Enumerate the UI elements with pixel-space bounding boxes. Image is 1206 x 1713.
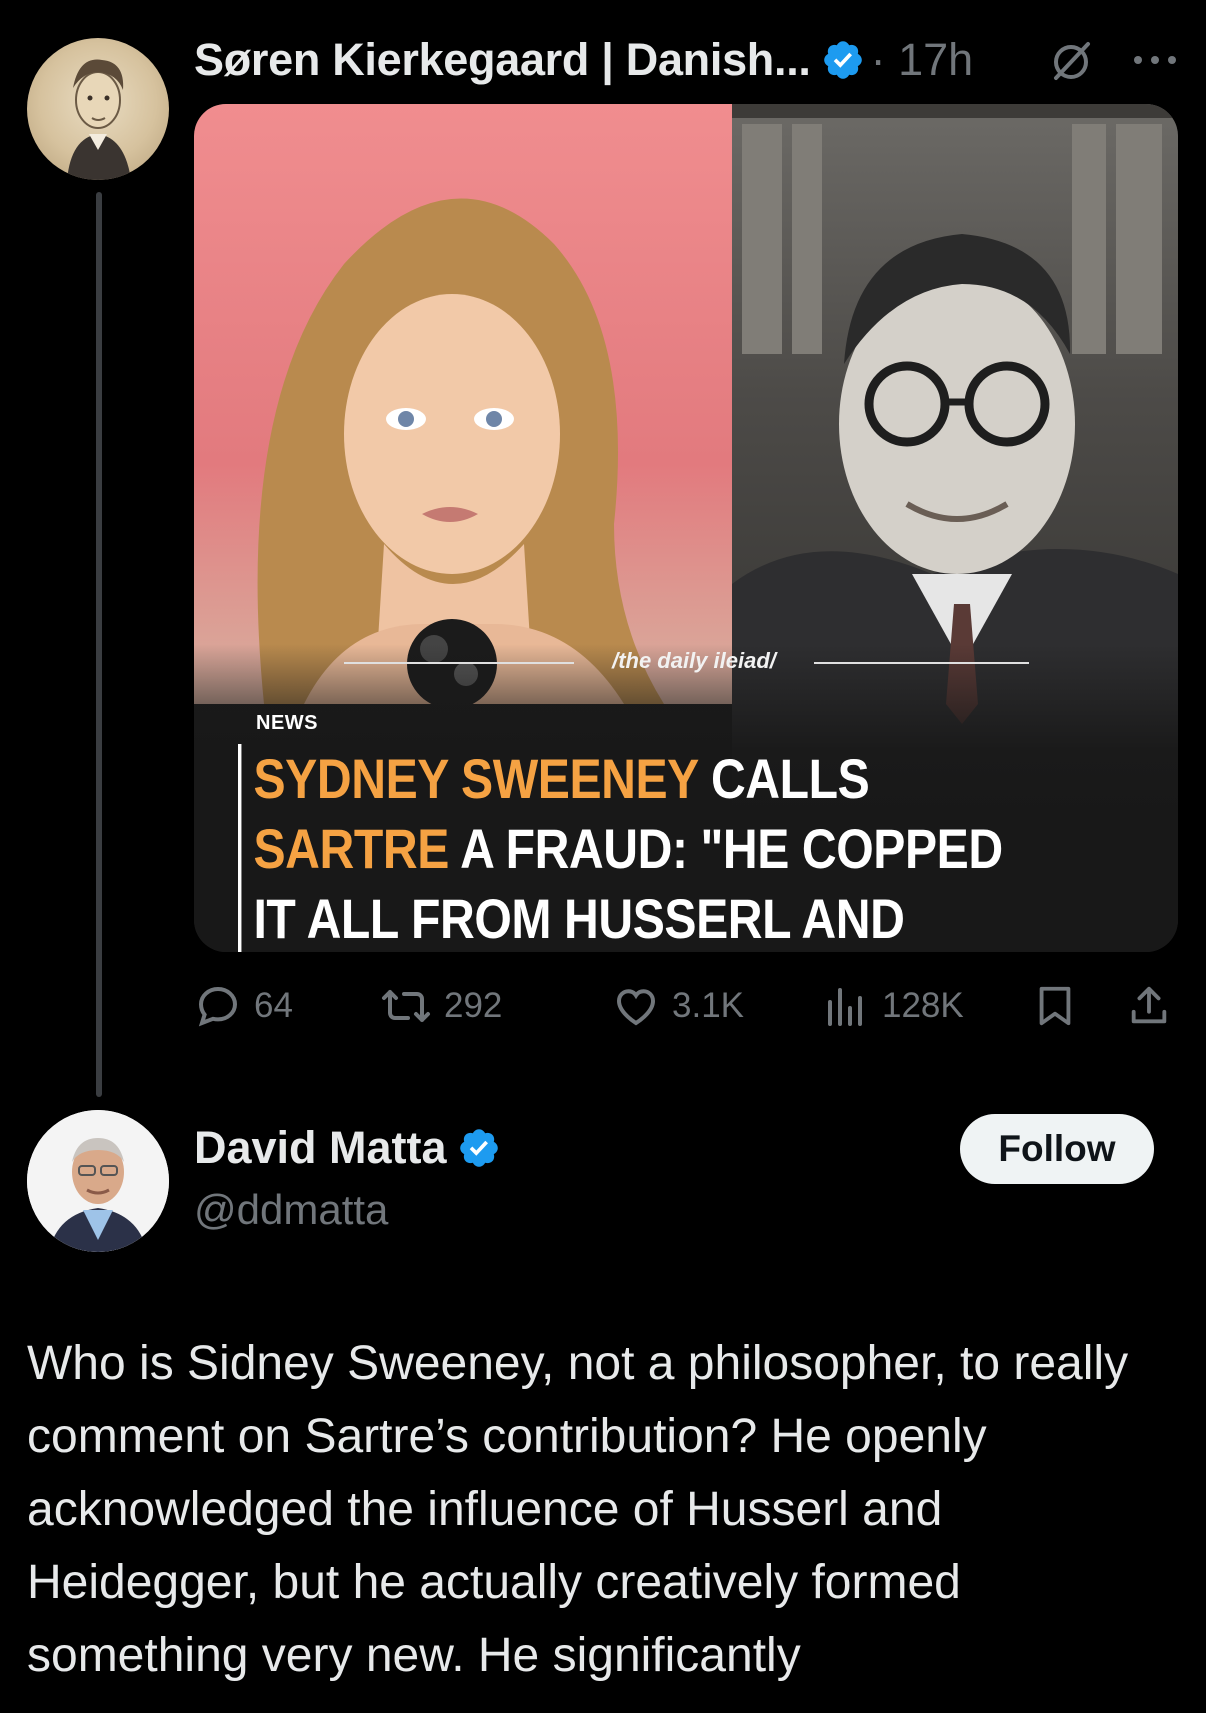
author-avatar-kierkegaard[interactable] [27,38,169,180]
author-avatar-david-matta[interactable] [27,1110,169,1252]
reply-button[interactable]: 64 [194,980,293,1032]
tweet-media-image[interactable]: /the daily ileiad/ NEWS SYDNEY SWEENEY C… [194,104,1178,952]
verified-badge-icon [823,41,862,79]
portrait-sketch [67,59,131,180]
sydney-sweeney-photo [194,104,732,709]
tweet-actions-bar: 64 292 3.1K 128K [194,980,1178,1032]
headline-part-2: CALLS [698,747,870,810]
news-label: NEWS [256,712,318,734]
like-count: 3.1K [672,986,744,1025]
reply-author-handle[interactable]: @ddmatta [194,1186,388,1234]
verified-badge-icon [459,1129,498,1167]
watermark-text: /the daily ileiad/ [612,648,776,673]
reply-author-header: David Matta [194,1122,501,1174]
share-icon [1131,986,1167,1024]
follow-button[interactable]: Follow [960,1114,1154,1184]
profile-photo [27,1110,169,1252]
headline-part-3: SARTRE [253,817,449,880]
reply-count: 64 [254,986,293,1025]
views-button[interactable]: 128K [822,980,964,1032]
watermark-rule-left [344,662,574,664]
tweet-header: Søren Kierkegaard | Danish... · 17h [194,30,973,90]
repost-count: 292 [444,986,503,1025]
author-name[interactable]: Søren Kierkegaard | Danish... [194,34,811,86]
views-count: 128K [882,986,964,1025]
repost-button[interactable]: 292 [380,980,502,1032]
repost-icon [382,990,430,1022]
bookmark-button[interactable] [1032,980,1090,1032]
share-button[interactable] [1126,980,1184,1032]
grok-icon[interactable] [1048,38,1094,84]
reply-author-name[interactable]: David Matta [194,1122,447,1174]
reply-icon [198,986,238,1027]
heart-icon [616,989,656,1026]
watermark-rule-right [814,662,1029,664]
news-headline: SYDNEY SWEENEY CALLS SARTRE A FRAUD: "HE… [238,744,1053,952]
views-chart-icon [828,988,862,1026]
bookmark-icon [1039,986,1071,1026]
headline-part-1: SYDNEY SWEENEY [253,747,699,810]
like-button[interactable]: 3.1K [612,980,744,1032]
tweet-timestamp[interactable]: · 17h [871,34,974,86]
more-options-icon[interactable] [1130,50,1180,70]
reply-tweet-text: Who is Sidney Sweeney, not a philosopher… [27,1337,1129,1682]
thread-connector-line [96,192,102,1097]
